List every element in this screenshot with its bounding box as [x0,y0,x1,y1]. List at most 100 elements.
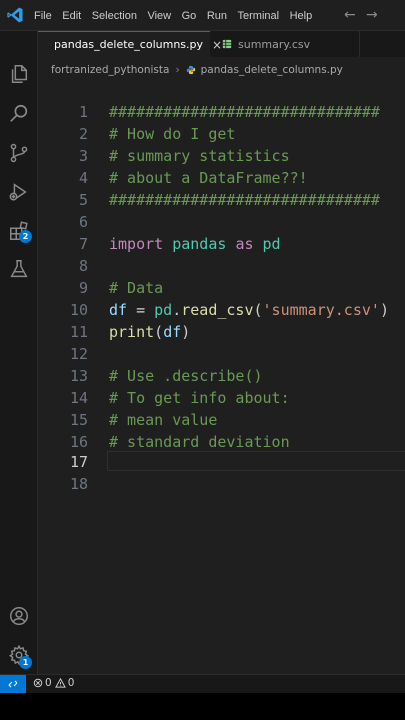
line-number: 4 [78,169,88,187]
code-token: df [109,301,128,319]
tab-summary-csv[interactable]: summary.csv [210,31,360,57]
error-count: 0 [45,677,52,689]
code-token: df [163,323,182,341]
line-text[interactable]: # standard deviation [109,431,290,453]
line-text[interactable]: ############################## [109,189,380,211]
source-control-icon[interactable] [8,142,30,164]
breadcrumb-separator: › [175,63,180,76]
warning-icon [54,678,66,688]
code-line: 1 ############################## [38,101,405,123]
title-bar: File Edit Selection View Go Run Terminal… [0,0,405,31]
menu-help[interactable]: Help [290,10,313,22]
line-text[interactable]: # Use .describe() [109,365,263,387]
search-icon[interactable] [8,103,30,125]
code-token: 'summary.csv' [262,301,380,319]
line-number: 16 [69,433,88,451]
tab-label: summary.csv [238,37,311,51]
code-line: 12 [38,343,405,365]
remote-connect-icon [8,680,18,688]
line-number: 6 [78,213,88,231]
code-line: 10 df = pd.read_csv('summary.csv') [38,299,405,321]
back-arrow-icon[interactable]: ← [344,7,356,23]
line-number: 11 [69,323,88,341]
line-number: 1 [78,103,88,121]
code-line: 15 # mean value [38,409,405,431]
remote-indicator[interactable] [0,675,26,693]
code-token: pandas [172,235,227,253]
line-number: 10 [69,301,88,319]
extensions-badge: 2 [19,230,32,243]
code-line: 16 # standard deviation [38,431,405,453]
status-bar: 0 0 [0,674,405,693]
line-number: 5 [78,191,88,209]
run-debug-icon[interactable] [8,181,30,203]
menu-bar: File Edit Selection View Go Run Terminal… [34,0,323,31]
menu-view[interactable]: View [147,10,171,22]
line-number: 8 [78,257,88,275]
code-token: read_csv [181,301,254,319]
tab-label: pandas_delete_columns.py [54,38,204,51]
code-line: 11 print(df) [38,321,405,343]
line-text[interactable]: ############################## [109,101,380,123]
tab-pandas-delete-columns[interactable]: pandas_delete_columns.py × [38,31,222,57]
line-text[interactable]: print(df) [109,321,190,343]
menu-run[interactable]: Run [207,10,227,22]
line-text[interactable]: # Data [109,277,163,299]
code-token: ( [253,301,263,319]
code-line: 6 [38,211,405,233]
menu-selection[interactable]: Selection [92,10,137,22]
forward-arrow-icon[interactable]: → [366,7,378,23]
line-text[interactable]: # How do I get [109,123,235,145]
line-number: 15 [69,411,88,429]
line-number: 12 [69,345,88,363]
line-text[interactable]: # mean value [109,409,217,431]
code-line: 3 # summary statistics [38,145,405,167]
account-icon[interactable] [8,605,30,627]
code-line: 18 [38,473,405,495]
code-line: 13 # Use .describe() [38,365,405,387]
code-editor[interactable]: 1 ############################## 2 # How… [38,82,405,674]
breadcrumb: fortranized_pythonista › pandas_delete_c… [38,57,405,82]
menu-terminal[interactable]: Terminal [238,10,280,22]
line-number: 3 [78,147,88,165]
error-icon [33,678,43,688]
line-text[interactable]: # To get info about: [109,387,290,409]
breadcrumb-folder[interactable]: fortranized_pythonista [51,64,169,76]
code-token: import [109,235,164,253]
code-line: 9 # Data [38,277,405,299]
code-line: 4 # about a DataFrame??! [38,167,405,189]
menu-edit[interactable]: Edit [62,10,81,22]
vscode-logo-icon [7,7,23,23]
breadcrumb-file[interactable]: pandas_delete_columns.py [201,64,343,76]
menu-file[interactable]: File [34,10,52,22]
code-token: ) [181,323,191,341]
editor-tab-bar: pandas_delete_columns.py × summary.csv [38,31,405,57]
code-token: . [172,301,182,319]
bottom-margin [0,693,405,720]
python-file-icon [186,65,195,74]
line-number: 17 [69,453,88,471]
warning-count: 0 [67,677,75,689]
code-token: print [109,323,155,341]
code-token: pd [154,301,173,319]
code-line: 7 import pandas as pd [38,233,405,255]
menu-go[interactable]: Go [182,10,197,22]
line-number: 18 [69,475,88,493]
problems-indicator[interactable]: 0 0 [33,677,74,689]
code-token: as [235,235,254,253]
code-token: = [127,301,155,319]
code-token: ) [379,301,389,319]
code-line: 14 # To get info about: [38,387,405,409]
csv-file-icon [222,39,232,49]
line-number: 2 [78,125,88,143]
line-text[interactable]: df = pd.read_csv('summary.csv') [109,299,389,321]
explorer-files-icon[interactable] [8,63,30,85]
line-number: 13 [69,367,88,385]
settings-badge: 1 [19,656,32,669]
line-text[interactable]: import pandas as pd [109,233,281,255]
testing-flask-icon[interactable] [8,258,30,280]
code-line: 5 ############################## [38,189,405,211]
line-text[interactable]: # about a DataFrame??! [109,167,308,189]
line-text[interactable]: # summary statistics [109,145,290,167]
